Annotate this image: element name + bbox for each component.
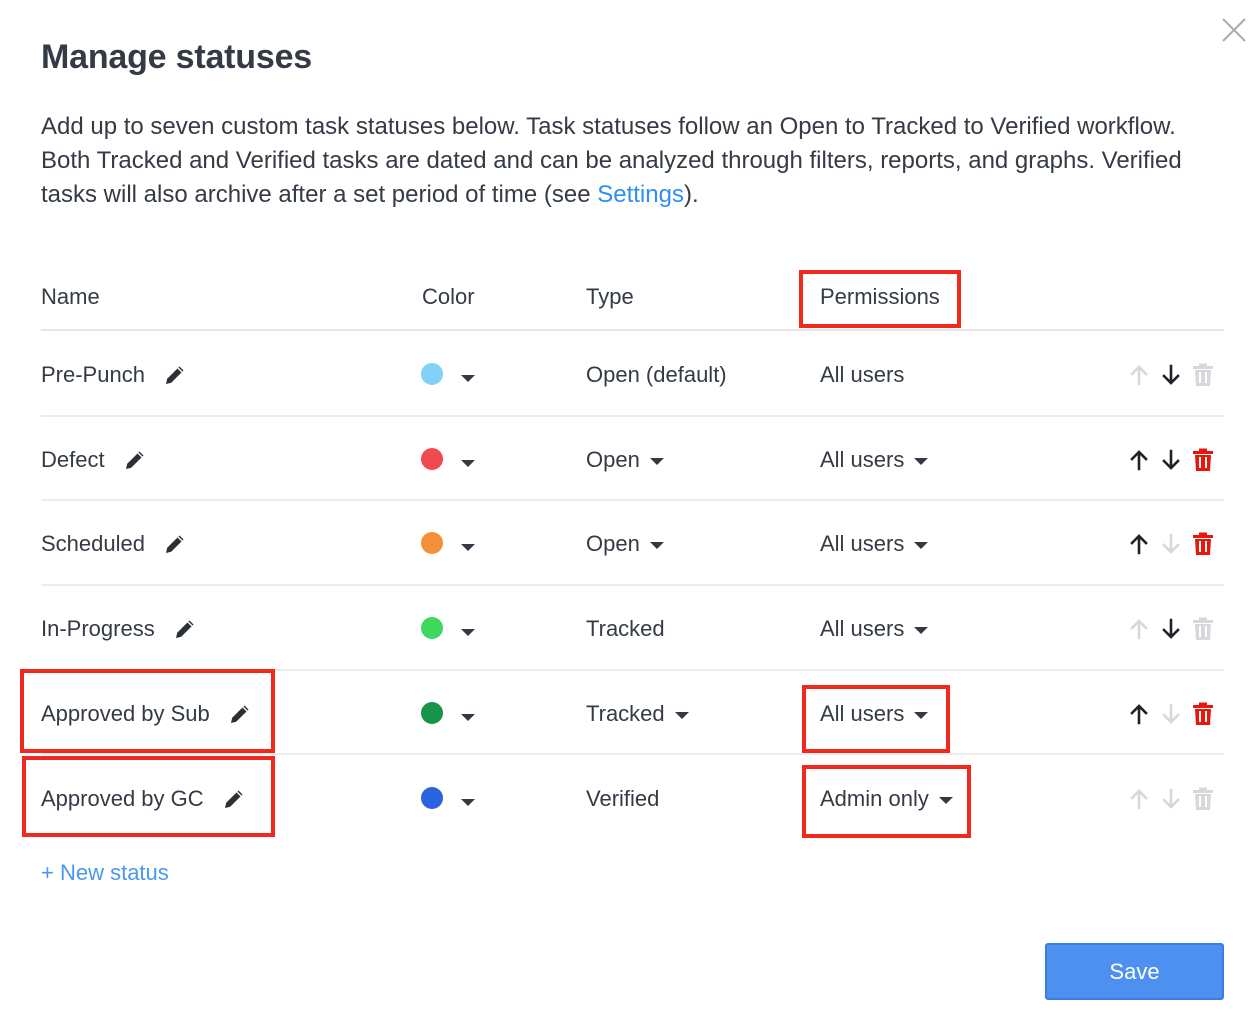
status-name-cell: Defect bbox=[41, 446, 147, 474]
status-permission-cell: All users bbox=[820, 361, 904, 389]
move-up-arrow-icon[interactable] bbox=[1128, 448, 1150, 472]
delete-trash-icon[interactable] bbox=[1192, 702, 1214, 726]
status-type: Open bbox=[586, 531, 640, 556]
status-name: Defect bbox=[41, 447, 105, 472]
column-header-type: Type bbox=[586, 284, 634, 309]
color-swatch[interactable] bbox=[421, 532, 443, 554]
delete-trash-icon bbox=[1192, 787, 1214, 811]
row-actions bbox=[1128, 617, 1214, 641]
row-divider bbox=[41, 499, 1224, 501]
status-name: In-Progress bbox=[41, 616, 155, 641]
description-text-end: ). bbox=[683, 181, 699, 208]
move-down-arrow-icon bbox=[1160, 532, 1182, 556]
status-permission: All users bbox=[820, 616, 905, 641]
status-type-cell: Tracked bbox=[586, 615, 665, 643]
pencil-icon[interactable] bbox=[163, 363, 187, 387]
color-swatch[interactable] bbox=[421, 702, 443, 724]
pencil-icon[interactable] bbox=[123, 448, 147, 472]
move-up-arrow-icon bbox=[1128, 617, 1150, 641]
status-type-cell: Verified bbox=[586, 785, 659, 813]
permission-dropdown-caret-icon[interactable] bbox=[914, 626, 929, 634]
status-name: Pre-Punch bbox=[41, 362, 145, 387]
status-type: Tracked bbox=[586, 701, 665, 726]
column-header-color: Color bbox=[422, 284, 475, 309]
delete-trash-icon bbox=[1192, 617, 1214, 641]
row-divider bbox=[41, 753, 1224, 755]
status-type: Verified bbox=[586, 786, 660, 811]
status-type: Open (default) bbox=[586, 362, 727, 387]
status-permission-cell[interactable]: All users bbox=[820, 615, 929, 643]
row-actions bbox=[1128, 787, 1214, 811]
status-type-cell[interactable]: Open bbox=[586, 530, 664, 558]
status-permission-cell[interactable]: All users bbox=[820, 530, 929, 558]
permission-dropdown-caret-icon[interactable] bbox=[914, 457, 929, 465]
move-down-arrow-icon[interactable] bbox=[1160, 448, 1182, 472]
row-actions bbox=[1128, 448, 1214, 472]
status-permission: All users bbox=[820, 531, 905, 556]
permission-dropdown-caret-icon[interactable] bbox=[914, 541, 929, 549]
move-up-arrow-icon bbox=[1128, 787, 1150, 811]
dialog-description: Add up to seven custom task statuses bel… bbox=[41, 110, 1221, 212]
color-dropdown-caret-icon[interactable] bbox=[461, 629, 475, 636]
column-header-name: Name bbox=[41, 284, 100, 309]
type-dropdown-caret-icon[interactable] bbox=[674, 711, 689, 719]
status-permission-cell[interactable]: All users bbox=[820, 446, 929, 474]
new-status-link[interactable]: + New status bbox=[41, 860, 169, 886]
status-name: Scheduled bbox=[41, 531, 145, 556]
color-swatch[interactable] bbox=[421, 363, 443, 385]
move-down-arrow-icon[interactable] bbox=[1160, 617, 1182, 641]
move-down-arrow-icon bbox=[1160, 702, 1182, 726]
status-type-cell[interactable]: Tracked bbox=[586, 700, 689, 728]
highlight-box-approved-by-sub bbox=[20, 669, 275, 753]
highlight-box-gc-permission bbox=[802, 765, 971, 838]
color-dropdown-caret-icon[interactable] bbox=[461, 460, 475, 467]
highlight-box-sub-permission bbox=[802, 685, 950, 753]
row-actions bbox=[1128, 702, 1214, 726]
color-swatch[interactable] bbox=[421, 787, 443, 809]
row-actions bbox=[1128, 532, 1214, 556]
pencil-icon[interactable] bbox=[173, 617, 197, 641]
status-type: Tracked bbox=[586, 616, 665, 641]
status-type: Open bbox=[586, 447, 640, 472]
delete-trash-icon[interactable] bbox=[1192, 532, 1214, 556]
status-permission: All users bbox=[820, 362, 905, 387]
highlight-box-permissions-header bbox=[799, 270, 961, 328]
move-up-arrow-icon[interactable] bbox=[1128, 532, 1150, 556]
close-icon[interactable] bbox=[1220, 16, 1248, 44]
dialog-title: Manage statuses bbox=[41, 38, 312, 76]
delete-trash-icon[interactable] bbox=[1192, 448, 1214, 472]
color-dropdown-caret-icon[interactable] bbox=[461, 799, 475, 806]
pencil-icon[interactable] bbox=[163, 532, 187, 556]
status-name-cell: In-Progress bbox=[41, 615, 197, 643]
settings-link[interactable]: Settings bbox=[597, 181, 684, 208]
save-button[interactable]: Save bbox=[1045, 943, 1224, 1000]
move-down-arrow-icon[interactable] bbox=[1160, 363, 1182, 387]
color-swatch[interactable] bbox=[421, 448, 443, 470]
delete-trash-icon bbox=[1192, 363, 1214, 387]
color-swatch[interactable] bbox=[421, 617, 443, 639]
status-type-cell[interactable]: Open bbox=[586, 446, 664, 474]
move-up-arrow-icon[interactable] bbox=[1128, 702, 1150, 726]
row-divider bbox=[41, 584, 1224, 586]
move-down-arrow-icon bbox=[1160, 787, 1182, 811]
color-dropdown-caret-icon[interactable] bbox=[461, 375, 475, 382]
color-dropdown-caret-icon[interactable] bbox=[461, 544, 475, 551]
status-name-cell: Scheduled bbox=[41, 530, 187, 558]
status-permission: All users bbox=[820, 447, 905, 472]
row-actions bbox=[1128, 363, 1214, 387]
header-divider bbox=[41, 329, 1224, 331]
status-name-cell: Pre-Punch bbox=[41, 361, 187, 389]
status-type-cell: Open (default) bbox=[586, 361, 727, 389]
highlight-box-approved-by-gc bbox=[22, 756, 275, 837]
type-dropdown-caret-icon[interactable] bbox=[649, 457, 664, 465]
color-dropdown-caret-icon[interactable] bbox=[461, 714, 475, 721]
type-dropdown-caret-icon[interactable] bbox=[649, 541, 664, 549]
row-divider bbox=[41, 415, 1224, 417]
move-up-arrow-icon bbox=[1128, 363, 1150, 387]
